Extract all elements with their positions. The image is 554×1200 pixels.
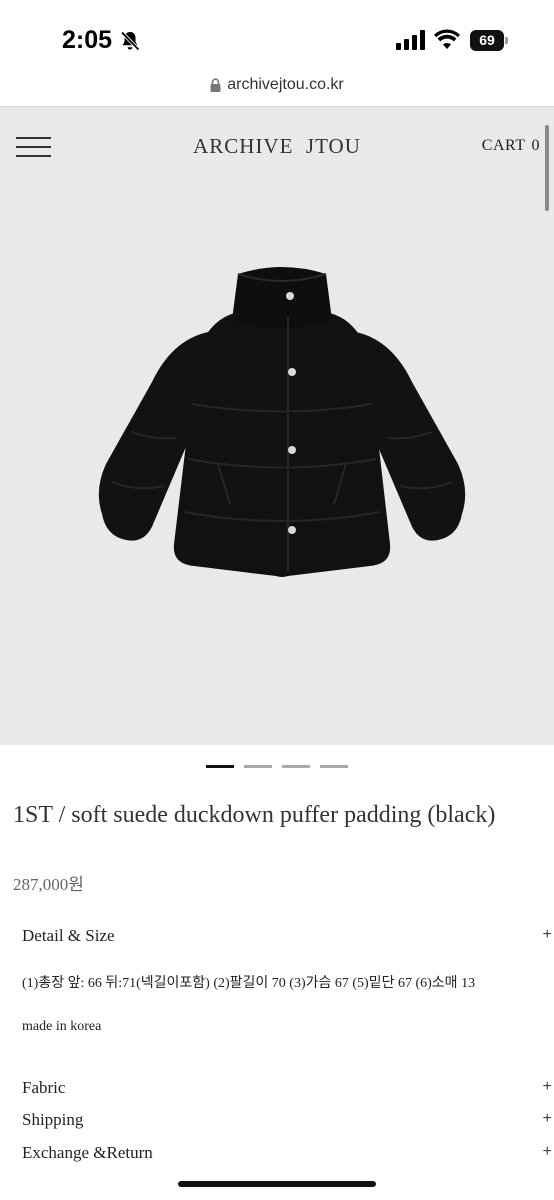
detail-size-toggle[interactable]: Detail & Size +: [22, 926, 554, 946]
exchange-return-label: Exchange &Return: [22, 1143, 153, 1162]
site-logo[interactable]: ARCHIVE JTOU: [0, 134, 554, 159]
carousel-dot-1[interactable]: [206, 765, 234, 768]
cart-label: CART: [481, 137, 526, 154]
product-title: 1ST / soft suede duckdown puffer padding…: [13, 802, 496, 828]
status-bar: 2:05 69: [0, 0, 554, 72]
url-text: archivejtou.co.kr: [227, 76, 344, 93]
product-image-carousel[interactable]: ARCHIVE JTOU CART 0: [0, 107, 554, 745]
carousel-indicators: [0, 765, 554, 769]
page-scrollbar[interactable]: [545, 125, 549, 211]
shipping-toggle[interactable]: Shipping +: [22, 1110, 554, 1130]
url-display[interactable]: archivejtou.co.kr: [210, 76, 344, 94]
carousel-dot-2[interactable]: [244, 765, 272, 768]
fabric-label: Fabric: [22, 1078, 66, 1097]
battery-level: 69: [470, 30, 504, 51]
carousel-dot-4[interactable]: [320, 765, 348, 768]
site-header: ARCHIVE JTOU CART 0: [0, 107, 554, 211]
product-price: 287,000원: [13, 875, 84, 894]
shipping-plus-icon[interactable]: +: [543, 1110, 552, 1128]
black-puffer-jacket-image: [98, 267, 466, 577]
bell-slash-icon: [120, 31, 140, 51]
size-measurements: (1)총장 앞: 66 뒤:71(넥길이포함) (2)팔길이 70 (3)가슴 …: [22, 976, 476, 991]
fabric-toggle[interactable]: Fabric +: [22, 1078, 554, 1098]
address-bar[interactable]: archivejtou.co.kr: [0, 72, 554, 108]
carousel-dot-3[interactable]: [282, 765, 310, 768]
origin-text: made in korea: [22, 1019, 102, 1034]
status-time: 2:05: [62, 26, 113, 54]
exchange-plus-icon[interactable]: +: [543, 1143, 552, 1161]
home-indicator[interactable]: [178, 1181, 376, 1187]
cart-count: 0: [531, 137, 540, 154]
signal-icon: [396, 30, 425, 50]
battery-tip: [505, 37, 508, 44]
lock-icon: [210, 78, 221, 92]
fabric-plus-icon[interactable]: +: [543, 1078, 552, 1096]
shipping-label: Shipping: [22, 1110, 84, 1129]
detail-plus-icon[interactable]: +: [543, 926, 552, 944]
battery-icon: 69: [470, 30, 508, 51]
wifi-icon: [434, 29, 460, 49]
cart-link[interactable]: CART 0: [482, 137, 540, 155]
detail-size-label: Detail & Size: [22, 926, 115, 945]
exchange-return-toggle[interactable]: Exchange &Return +: [22, 1143, 554, 1163]
